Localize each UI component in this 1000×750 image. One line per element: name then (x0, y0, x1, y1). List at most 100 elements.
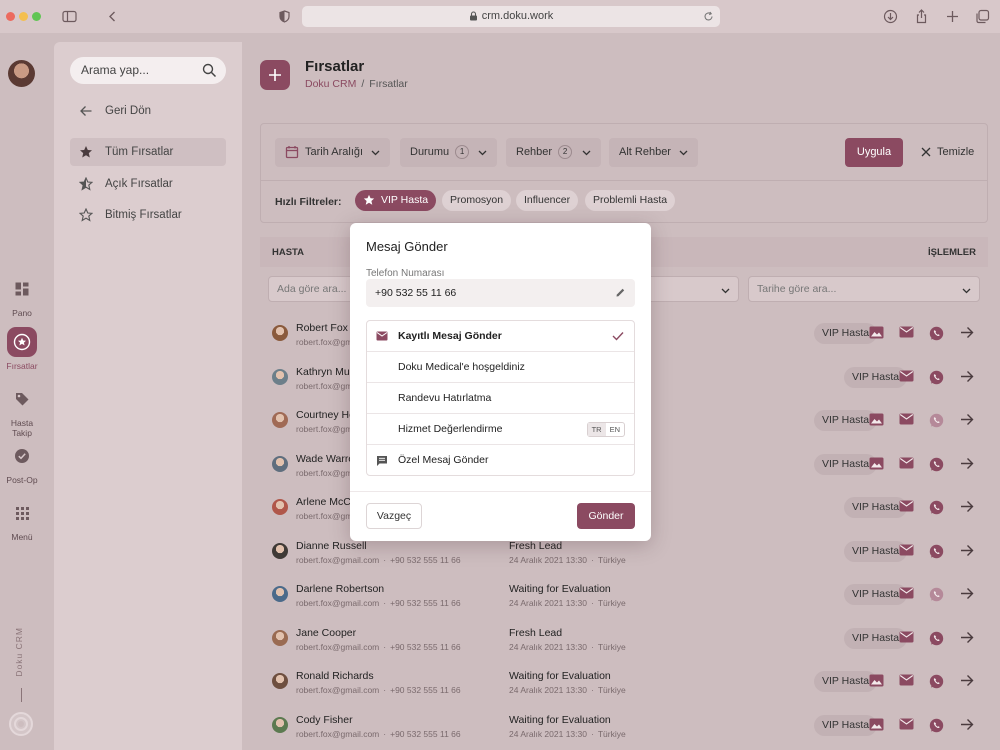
patient-name[interactable]: Robert Fox (296, 322, 348, 334)
table-row[interactable]: Jane Cooper robert.fox@gmail.com · +90 532 … (260, 620, 988, 663)
whatsapp-icon[interactable] (929, 457, 944, 472)
quick-filter-promosyon[interactable]: Promosyon (442, 190, 512, 211)
sidebar-item-all[interactable]: Tüm Fırsatlar (70, 138, 226, 166)
tab-overview-icon[interactable] (974, 8, 991, 25)
whatsapp-icon[interactable] (929, 544, 944, 559)
mail-icon[interactable] (899, 631, 914, 643)
patient-name[interactable]: Darlene Robertson (296, 583, 384, 595)
search-icon[interactable] (202, 63, 217, 78)
mail-icon[interactable] (899, 457, 914, 469)
rail-item-pano[interactable]: Pano (0, 274, 44, 318)
quick-filter-problemli[interactable]: Problemli Hasta (585, 190, 676, 211)
shield-icon[interactable] (276, 8, 293, 25)
column-header-patient[interactable]: HASTA (272, 247, 304, 258)
image-icon[interactable] (869, 457, 884, 470)
arrow-right-icon[interactable] (960, 413, 974, 426)
date-range-filter[interactable]: Tarih Aralığı (275, 138, 390, 167)
arrow-right-icon[interactable] (960, 587, 974, 600)
clear-button[interactable]: Temizle (919, 138, 974, 167)
phone-field[interactable]: +90 532 55 11 66 (366, 279, 635, 307)
option-appointment-reminder[interactable]: Randevu Hatırlatma (367, 383, 634, 414)
option-custom-message[interactable]: Özel Mesaj Gönder (367, 445, 634, 476)
arrow-right-icon[interactable] (960, 457, 974, 470)
quick-filter-influencer[interactable]: Influencer (516, 190, 579, 211)
mail-icon[interactable] (899, 413, 914, 425)
rail-item-firsatlar[interactable]: Fırsatlar (0, 327, 44, 371)
table-row[interactable]: Darlene Robertson robert.fox@gmail.com · +9… (260, 576, 988, 619)
send-button[interactable]: Gönder (577, 503, 635, 529)
image-icon[interactable] (869, 674, 884, 687)
avatar[interactable] (8, 60, 35, 87)
arrow-right-icon[interactable] (960, 500, 974, 513)
search-input[interactable]: Arama yap... (70, 57, 226, 84)
back-link[interactable]: Geri Dön (70, 97, 226, 125)
option-saved-message[interactable]: Kayıtlı Mesaj Gönder (367, 321, 634, 352)
arrow-right-icon[interactable] (960, 544, 974, 557)
zoom-window-button[interactable] (32, 12, 41, 21)
name-search-input[interactable]: Ada göre ara... (268, 276, 358, 302)
arrow-right-icon[interactable] (960, 718, 974, 731)
sub-guide-filter[interactable]: Alt Rehber (609, 138, 698, 167)
date-text: 24 Aralık 2021 13:30 (509, 728, 587, 739)
arrow-right-icon[interactable] (960, 631, 974, 644)
add-opportunity-button[interactable] (260, 60, 290, 90)
close-window-button[interactable] (6, 12, 15, 21)
minimize-window-button[interactable] (19, 12, 28, 21)
reload-icon[interactable] (703, 11, 714, 22)
rail-item-menu[interactable]: Menü (0, 498, 44, 542)
page-title: Fırsatlar (305, 58, 365, 75)
mail-icon[interactable] (899, 544, 914, 556)
rail-item-post-op[interactable]: Post-Op (0, 441, 44, 485)
breadcrumb-root[interactable]: Doku CRM (305, 78, 356, 90)
whatsapp-icon[interactable] (929, 413, 944, 428)
sidebar-item-open[interactable]: Açık Fırsatlar (70, 170, 226, 198)
image-icon[interactable] (869, 326, 884, 339)
arrow-right-icon[interactable] (960, 326, 974, 339)
option-service-review[interactable]: Hizmet Değerlendirme TR EN (367, 414, 634, 445)
mail-icon[interactable] (899, 370, 914, 382)
whatsapp-icon[interactable] (929, 718, 944, 733)
mail-icon[interactable] (899, 587, 914, 599)
option-welcome[interactable]: Doku Medical'e hoşgeldiniz (367, 352, 634, 383)
sidebar-toggle-icon[interactable] (61, 8, 78, 25)
whatsapp-icon[interactable] (929, 631, 944, 646)
guide-filter[interactable]: Rehber 2 (506, 138, 601, 167)
share-icon[interactable] (913, 8, 930, 25)
image-icon[interactable] (869, 413, 884, 426)
arrow-right-icon[interactable] (960, 674, 974, 687)
patient-name[interactable]: Cody Fisher (296, 714, 353, 726)
arrow-right-icon[interactable] (960, 370, 974, 383)
sidebar-item-finished[interactable]: Bitmiş Fırsatlar (70, 201, 226, 229)
whatsapp-icon[interactable] (929, 674, 944, 689)
date-search-select[interactable]: Tarihe göre ara... (748, 276, 980, 302)
patient-name[interactable]: Jane Cooper (296, 627, 356, 639)
table-row[interactable]: Cody Fisher robert.fox@gmail.com · +90 532 … (260, 707, 988, 750)
patient-name[interactable]: Dianne Russell (296, 540, 367, 552)
address-bar[interactable]: crm.doku.work (302, 6, 720, 27)
sidebar-item-label: Açık Fırsatlar (105, 178, 173, 190)
whatsapp-icon[interactable] (929, 370, 944, 385)
whatsapp-icon[interactable] (929, 326, 944, 341)
patient-name[interactable]: Ronald Richards (296, 670, 374, 682)
status-search-select[interactable] (642, 276, 739, 302)
cancel-button[interactable]: Vazgeç (366, 503, 422, 529)
back-icon[interactable] (104, 8, 121, 25)
mail-icon[interactable] (899, 326, 914, 338)
status-filter[interactable]: Durumu 1 (400, 138, 497, 167)
table-row[interactable]: Ronald Richards robert.fox@gmail.com · +90 … (260, 663, 988, 706)
language-toggle[interactable]: TR EN (586, 422, 625, 437)
image-icon[interactable] (869, 718, 884, 731)
pencil-icon[interactable] (615, 287, 626, 298)
download-icon[interactable] (882, 8, 899, 25)
rail-item-hasta-takip[interactable]: Hasta Takip (0, 384, 44, 438)
mail-icon[interactable] (899, 674, 914, 686)
apply-button[interactable]: Uygula (845, 138, 903, 167)
lang-tr[interactable]: TR (587, 423, 606, 436)
whatsapp-icon[interactable] (929, 500, 944, 515)
mail-icon[interactable] (899, 718, 914, 730)
mail-icon[interactable] (899, 500, 914, 512)
new-tab-icon[interactable] (944, 8, 961, 25)
lang-en[interactable]: EN (606, 423, 624, 436)
whatsapp-icon[interactable] (929, 587, 944, 602)
quick-filter-vip[interactable]: VIP Hasta (355, 190, 437, 211)
